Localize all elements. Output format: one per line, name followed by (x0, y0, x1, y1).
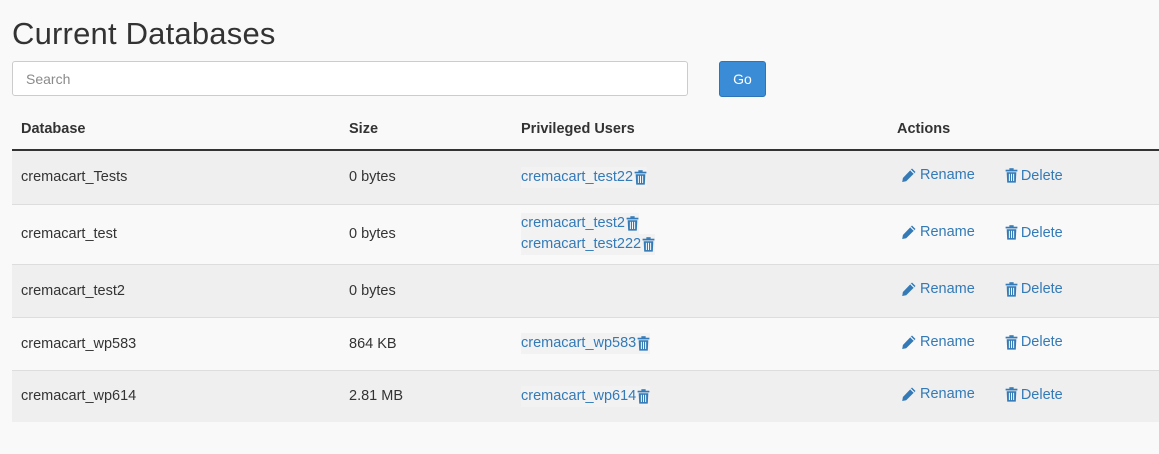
search-input[interactable] (12, 61, 688, 96)
delete-label: Delete (1020, 167, 1063, 184)
privileged-user: cremacart_test222 (521, 234, 656, 255)
delete-label: Delete (1020, 224, 1063, 241)
privileged-users-list: cremacart_wp614 (521, 385, 888, 407)
privileged-user: cremacart_wp614 (521, 385, 651, 407)
revoke-user-trash-icon[interactable] (626, 216, 639, 231)
privileged-user-link[interactable]: cremacart_test22 (521, 167, 633, 188)
database-name: cremacart_test2 (12, 263, 340, 317)
delete-button[interactable]: Delete (1005, 225, 1063, 241)
rename-label: Rename (920, 280, 975, 297)
privileged-user: cremacart_wp583 (521, 333, 651, 354)
column-header-privileged-users[interactable]: Privileged Users (512, 108, 888, 151)
privileged-users-cell (512, 263, 888, 317)
rename-label: Rename (920, 386, 975, 403)
database-name: cremacart_Tests (12, 149, 340, 204)
database-name: cremacart_wp583 (12, 316, 340, 370)
rename-label: Rename (920, 167, 975, 184)
trash-icon (1005, 387, 1018, 402)
privileged-user-link[interactable]: cremacart_wp614 (521, 386, 636, 407)
trash-icon (1005, 281, 1018, 297)
table-body: cremacart_Tests 0 bytes cremacart_test22 Re… (12, 149, 1159, 422)
privileged-user: cremacart_test22 (521, 166, 648, 188)
table-row: cremacart_Tests 0 bytes cremacart_test22 Re… (12, 149, 1159, 204)
pencil-icon (901, 334, 917, 350)
privileged-user-link[interactable]: cremacart_test2 (521, 213, 625, 234)
database-size: 0 bytes (340, 263, 512, 317)
actions-cell: Rename Delete (888, 203, 1159, 264)
column-header-database[interactable]: Database (12, 108, 340, 151)
actions-cell: Rename Delete (888, 316, 1159, 370)
delete-label: Delete (1020, 386, 1063, 403)
table-row: cremacart_test2 0 bytes Rename Delete (12, 263, 1159, 317)
delete-label: Delete (1020, 281, 1063, 297)
column-header-size[interactable]: Size (340, 108, 512, 151)
actions-cell: Rename Delete (888, 369, 1159, 422)
database-name: cremacart_test (12, 203, 340, 264)
revoke-user-trash-icon[interactable] (637, 388, 650, 404)
trash-icon (1005, 168, 1018, 183)
database-size: 2.81 MB (340, 369, 512, 422)
trash-icon (1005, 334, 1018, 350)
trash-icon (1005, 225, 1018, 240)
database-size: 0 bytes (340, 149, 512, 204)
revoke-user-trash-icon[interactable] (642, 237, 655, 252)
privileged-user-link[interactable]: cremacart_test222 (521, 234, 641, 255)
privileged-user-link[interactable]: cremacart_wp583 (521, 333, 636, 354)
revoke-user-trash-icon[interactable] (634, 169, 647, 185)
rename-button[interactable]: Rename (901, 281, 975, 297)
databases-table: Database Size Privileged Users Actions c… (12, 108, 1159, 422)
delete-button[interactable]: Delete (1005, 281, 1063, 297)
database-name: cremacart_wp614 (12, 369, 340, 422)
delete-button[interactable]: Delete (1005, 168, 1063, 184)
table-row: cremacart_test 0 bytes cremacart_test2 crem… (12, 203, 1159, 264)
privileged-users-list: cremacart_test2 cremacart_test222 (521, 213, 888, 255)
column-header-actions: Actions (888, 108, 1159, 151)
table-row: cremacart_wp614 2.81 MB cremacart_wp614 Ren… (12, 369, 1159, 422)
rename-button[interactable]: Rename (901, 386, 975, 402)
pencil-icon (901, 224, 917, 240)
privileged-users-list: cremacart_test22 (521, 166, 888, 188)
rename-button[interactable]: Rename (901, 167, 975, 183)
privileged-users-list: cremacart_wp583 (521, 333, 888, 354)
privileged-user: cremacart_test2 (521, 213, 639, 234)
pencil-icon (901, 386, 917, 402)
actions-cell: Rename Delete (888, 149, 1159, 204)
privileged-users-cell: cremacart_wp583 (512, 316, 888, 370)
privileged-users-cell: cremacart_test22 (512, 149, 888, 204)
pencil-icon (901, 281, 917, 297)
delete-label: Delete (1020, 334, 1063, 350)
rename-button[interactable]: Rename (901, 334, 975, 350)
database-size: 864 KB (340, 316, 512, 370)
go-button[interactable]: Go (719, 61, 766, 97)
table-row: cremacart_wp583 864 KB cremacart_wp583 Rena… (12, 316, 1159, 370)
pencil-icon (901, 167, 917, 183)
page-title: Current Databases (12, 16, 276, 51)
revoke-user-trash-icon[interactable] (637, 336, 650, 351)
rename-button[interactable]: Rename (901, 224, 975, 240)
actions-cell: Rename Delete (888, 263, 1159, 317)
delete-button[interactable]: Delete (1005, 334, 1063, 350)
table-header-row: Database Size Privileged Users Actions (12, 108, 1159, 151)
privileged-users-cell: cremacart_test2 cremacart_test222 (512, 203, 888, 264)
privileged-users-cell: cremacart_wp614 (512, 369, 888, 422)
rename-label: Rename (920, 224, 975, 240)
delete-button[interactable]: Delete (1005, 387, 1063, 403)
database-size: 0 bytes (340, 203, 512, 264)
rename-label: Rename (920, 333, 975, 350)
